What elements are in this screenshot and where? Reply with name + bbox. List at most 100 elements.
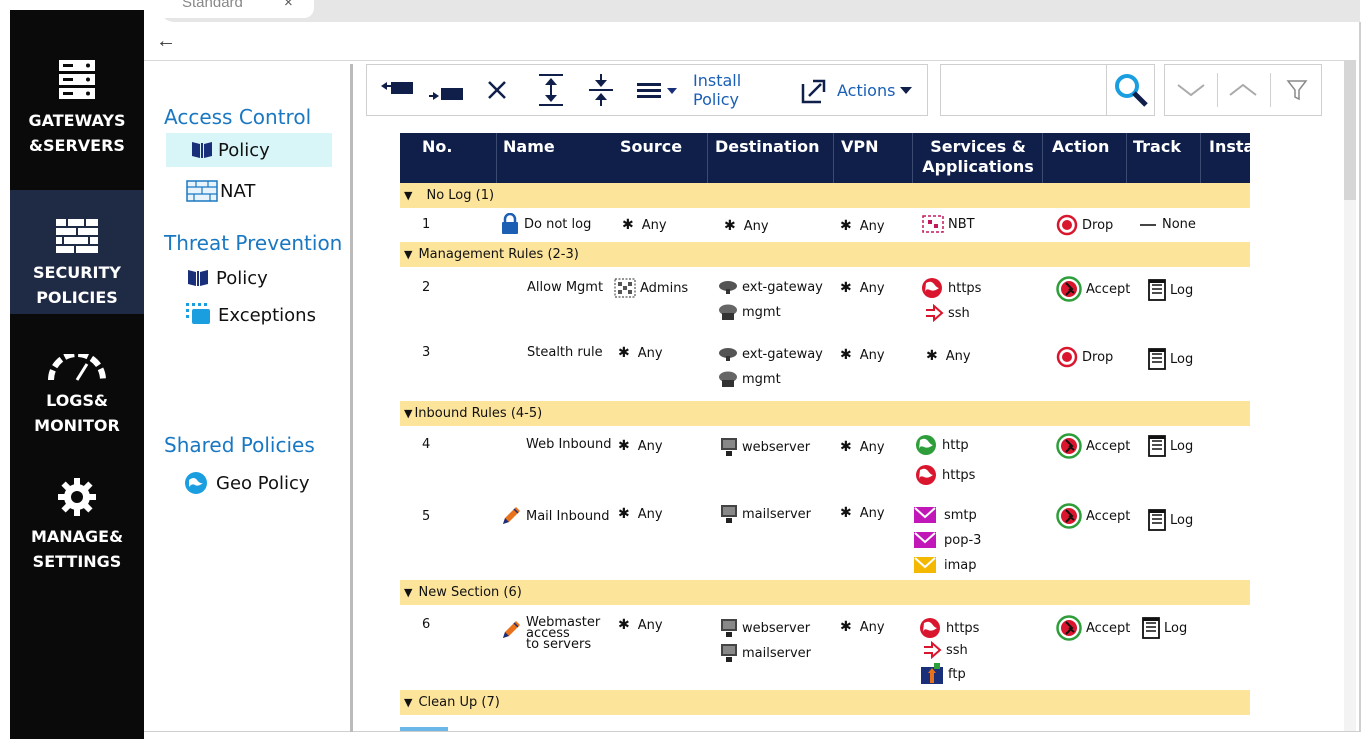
filter-button[interactable] (1271, 65, 1323, 115)
rule-action[interactable]: Accept (1056, 433, 1130, 459)
rule-destination-1[interactable]: ext-gateway (718, 279, 823, 295)
rule-service-2[interactable]: pop-3 (914, 532, 981, 548)
vpn-label: Any (859, 347, 885, 363)
collapse-triangle-icon[interactable]: ▼ (404, 248, 412, 261)
delete-rule-button[interactable] (477, 65, 517, 115)
service-label: pop-3 (944, 532, 982, 548)
column-header-source[interactable]: Source (620, 133, 710, 185)
nav-security-policies[interactable]: SECURITY POLICIES (10, 190, 144, 314)
rule-name[interactable]: Mail Inbound (500, 505, 610, 527)
rule-service-1[interactable]: smtp (914, 507, 977, 523)
rule-track[interactable]: Log (1142, 617, 1187, 639)
rule-destination-2[interactable]: mgmt (718, 370, 781, 388)
search-button[interactable] (1106, 65, 1154, 115)
nav-logs-monitor[interactable]: LOGS& MONITOR (10, 354, 144, 438)
rule-service[interactable]: NBT (922, 215, 975, 233)
rule-service-3[interactable]: ftp (920, 663, 966, 685)
access-control-nat[interactable]: NAT (166, 174, 255, 208)
tab-title[interactable]: Standard (182, 0, 243, 11)
column-header-vpn[interactable]: VPN (841, 133, 901, 185)
rule-destination-1[interactable]: webserver (720, 618, 810, 638)
rule-vpn[interactable]: ✱ Any (840, 439, 885, 455)
add-rule-below-button[interactable] (425, 65, 469, 115)
threat-prevention-policy[interactable]: Policy (166, 261, 268, 295)
shared-geo-policy[interactable]: Geo Policy (166, 466, 310, 500)
rule-source[interactable]: ✱ Any (618, 345, 663, 361)
search-box[interactable] (940, 64, 1155, 116)
column-header-track[interactable]: Track (1133, 133, 1193, 185)
collapse-all-button[interactable] (579, 65, 623, 115)
column-header-services[interactable]: Services & Applications (914, 133, 1042, 185)
nav-gateways-servers[interactable]: GATEWAYS &SERVERS (10, 58, 144, 158)
rule-service-3[interactable]: imap (914, 557, 977, 573)
rule-destination-2[interactable]: mgmt (718, 303, 781, 321)
previous-button[interactable] (1217, 65, 1269, 115)
search-input[interactable] (945, 69, 1105, 111)
rule-destination-2[interactable]: mailserver (720, 643, 811, 663)
rule-track[interactable]: Log (1148, 279, 1193, 301)
column-header-install-on[interactable]: Insta (1209, 133, 1250, 185)
back-arrow-icon[interactable]: ← (156, 30, 176, 53)
nav-manage-settings[interactable]: MANAGE& SETTINGS (10, 476, 144, 574)
rule-source[interactable]: ✱ Any (622, 217, 667, 233)
rule-action[interactable]: Drop (1056, 346, 1113, 368)
rule-vpn[interactable]: ✱ Any (840, 280, 885, 296)
add-rule-above-button[interactable] (375, 65, 419, 115)
collapse-triangle-icon[interactable]: ▼ (404, 696, 412, 709)
rule-service-2[interactable]: https (914, 464, 975, 486)
collapse-triangle-icon[interactable]: ▼ (404, 189, 412, 202)
rule-service[interactable]: ✱ Any (926, 348, 971, 364)
rule-vpn[interactable]: ✱ Any (840, 218, 885, 234)
section-management-rules[interactable]: ▼ Management Rules (2-3) (400, 242, 1250, 267)
panel-divider[interactable] (350, 64, 353, 732)
section-inbound-rules[interactable]: ▼ Inbound Rules (4-5) (400, 401, 1250, 426)
rule-name[interactable]: Allow Mgmt (527, 280, 603, 295)
menu-button[interactable] (633, 65, 683, 115)
access-control-policy[interactable]: Policy (166, 133, 332, 167)
rule-action[interactable]: Drop (1056, 214, 1113, 236)
actions-button[interactable]: Actions (799, 65, 929, 115)
rule-destination[interactable]: mailserver (720, 504, 811, 524)
column-header-destination[interactable]: Destination (715, 133, 835, 185)
rule-source[interactable]: ✱ Any (618, 438, 663, 454)
rule-service-1[interactable]: https (918, 617, 979, 639)
collapse-triangle-icon[interactable]: ▼ (404, 407, 412, 420)
rule-name[interactable]: Web Inbound (526, 437, 611, 452)
rule-action[interactable]: Accept (1056, 276, 1130, 302)
rule-vpn[interactable]: ✱ Any (840, 505, 885, 521)
install-policy-button[interactable]: Install Policy (693, 65, 791, 115)
rule-service-2[interactable]: ssh (924, 304, 970, 322)
column-header-action[interactable]: Action (1052, 133, 1122, 185)
threat-prevention-exceptions[interactable]: Exceptions (166, 298, 316, 332)
rule-track[interactable]: Log (1148, 509, 1193, 531)
rule-name[interactable]: Webmaster access to servers (500, 616, 600, 651)
expand-all-button[interactable] (529, 65, 573, 115)
rule-service-2[interactable]: ssh (922, 641, 968, 659)
rule-name[interactable]: Do not log (500, 213, 591, 235)
collapse-triangle-icon[interactable]: ▼ (404, 586, 412, 599)
column-header-no[interactable]: No. (422, 133, 492, 185)
rule-track[interactable]: Log (1148, 435, 1193, 457)
section-new-section[interactable]: ▼ New Section (6) (400, 580, 1250, 605)
rule-source[interactable]: ✱ Any (618, 617, 663, 633)
rule-name[interactable]: Stealth rule (527, 345, 603, 360)
rule-action[interactable]: Accept (1056, 503, 1130, 529)
next-button[interactable] (1165, 65, 1217, 115)
rule-service-1[interactable]: https (920, 277, 981, 299)
section-clean-up[interactable]: ▼ Clean Up (7) (400, 690, 1250, 715)
rule-vpn[interactable]: ✱ Any (840, 619, 885, 635)
rule-destination-1[interactable]: ext-gateway (718, 346, 823, 362)
rule-source[interactable]: Admins (614, 278, 688, 298)
scrollbar-thumb[interactable] (1344, 60, 1356, 200)
rule-source[interactable]: ✱ Any (618, 506, 663, 522)
section-no-log[interactable]: ▼ No Log (1) (400, 183, 1250, 208)
rule-vpn[interactable]: ✱ Any (840, 347, 885, 363)
rule-service-1[interactable]: http (914, 434, 969, 456)
rule-destination[interactable]: webserver (720, 437, 810, 457)
rule-destination[interactable]: ✱ Any (724, 218, 769, 234)
rule-track[interactable]: None (1140, 217, 1196, 232)
tab-close-icon[interactable]: × (284, 0, 293, 11)
rule-track[interactable]: Log (1148, 348, 1193, 370)
column-header-name[interactable]: Name (503, 133, 603, 185)
rule-action[interactable]: Accept (1056, 615, 1130, 641)
